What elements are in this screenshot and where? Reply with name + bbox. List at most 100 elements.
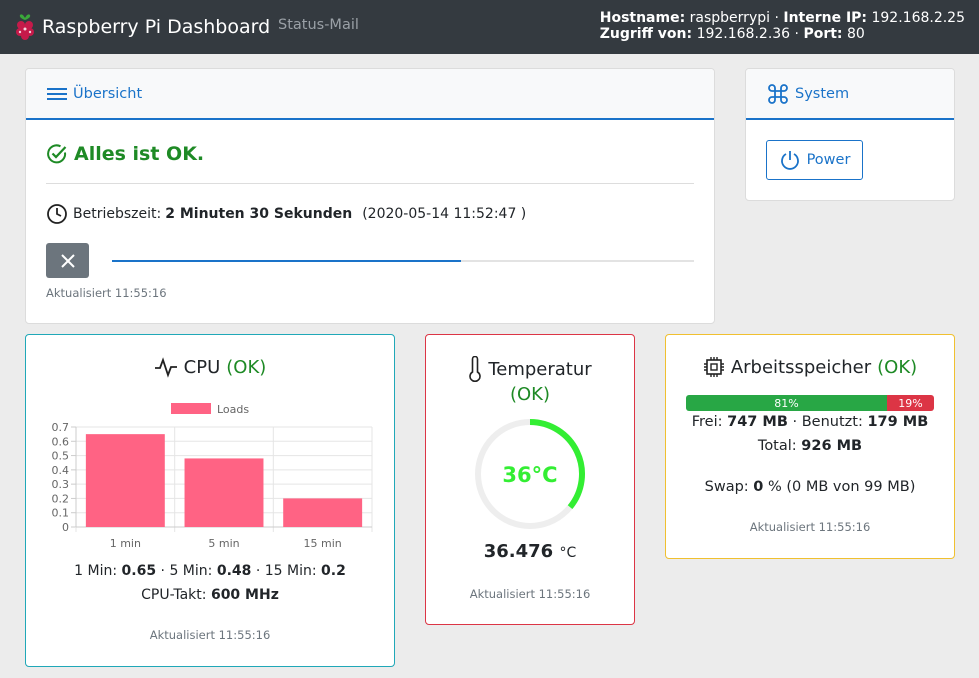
y-tick-label: 0.3 — [52, 478, 70, 491]
host-info: Hostname: raspberrypi · Interne IP: 192.… — [599, 10, 965, 42]
temperature-gauge: 36°C — [475, 419, 585, 529]
uptime-row: Betriebszeit: 2 Minuten 30 Sekunden (202… — [46, 203, 526, 225]
overview-card: Übersicht Alles ist OK. Betriebszeit: 2 … — [25, 68, 715, 324]
uptime-date: (2020-05-14 11:52:47 ) — [362, 206, 527, 222]
legend-label: Loads — [217, 403, 249, 416]
bar-5-min — [184, 458, 264, 527]
mem-total-row: Total: 926 MB — [666, 438, 954, 454]
bar-1-min — [85, 434, 165, 527]
uptime-label: Betriebszeit: — [73, 206, 162, 222]
close-icon — [60, 253, 75, 268]
y-tick-label: 0.2 — [52, 492, 70, 505]
cpu-load-summary: 1 Min: 0.65 · 5 Min: 0.48 · 15 Min: 0.2 — [26, 563, 394, 579]
temp-updated: Aktualisiert 11:55:16 — [469, 587, 591, 601]
temp-title-row: Temperatur — [426, 356, 634, 382]
x-tick-label: 5 min — [208, 537, 239, 547]
swap-row: Swap: 0 % (0 MB von 99 MB) — [666, 479, 954, 495]
overview-title: Übersicht — [73, 85, 143, 102]
cpu-title: CPU — [183, 356, 221, 378]
legend-swatch — [171, 403, 211, 414]
temp-title: Temperatur — [488, 358, 592, 380]
command-icon — [768, 83, 788, 104]
y-tick-label: 0.4 — [52, 464, 70, 477]
hostname-value: raspberrypi — [689, 10, 770, 26]
power-label: Power — [806, 152, 851, 168]
mem-free-used-row: Frei: 747 MB · Benutzt: 179 MB — [666, 414, 954, 430]
load5-value: 0.48 — [216, 563, 252, 579]
temperature-card: Temperatur (OK) 36°C 36.476 °C Aktualisi… — [425, 334, 635, 625]
swap-value: 0 — [753, 479, 764, 495]
swap-label: Swap: — [704, 479, 749, 495]
port-label: Port: — [803, 26, 843, 42]
cpu-title-row: CPU (OK) — [26, 356, 394, 378]
load1-label: 1 Min: — [74, 563, 118, 579]
status-mail-link[interactable]: Status-Mail — [278, 17, 359, 33]
x-tick-label: 15 min — [304, 537, 342, 547]
check-circle-icon — [47, 144, 67, 164]
memory-free-pct: 19% — [898, 396, 923, 410]
ip-value: 192.168.2.25 — [871, 10, 965, 26]
mem-updated: Aktualisiert 11:55:16 — [749, 520, 871, 534]
overview-updated: Aktualisiert 11:55:16 — [46, 286, 167, 300]
cpu-chip-icon — [703, 357, 724, 377]
power-icon — [780, 151, 799, 170]
ip-label: Interne IP: — [783, 10, 868, 26]
brand-text: Raspberry Pi Dashboard — [42, 16, 271, 38]
cpu-status: (OK) — [226, 356, 267, 378]
temp-value: 36.476 — [483, 541, 554, 562]
mem-status: (OK) — [877, 356, 918, 378]
hostname-label: Hostname: — [599, 10, 686, 26]
load5-label: · 5 Min: — [160, 563, 213, 579]
progress-fill — [112, 260, 462, 262]
list-icon — [47, 87, 67, 100]
divider — [46, 183, 694, 184]
mem-title: Arbeitsspeicher — [730, 356, 872, 378]
total-label: Total: — [757, 438, 797, 454]
y-tick-label: 0.6 — [52, 435, 70, 448]
raspberry-icon — [16, 14, 34, 40]
y-tick-label: 0 — [62, 521, 69, 534]
memory-usage-bar: 81% 19% — [686, 395, 934, 411]
total-value: 926 MB — [801, 438, 863, 454]
clock-value: 600 MHz — [210, 587, 279, 603]
cpu-clock-row: CPU-Takt: 600 MHz — [26, 587, 394, 603]
y-tick-label: 0.5 — [52, 450, 70, 463]
system-card: System Power — [745, 68, 955, 201]
clock-icon — [47, 204, 67, 224]
access-value: 192.168.2.36 — [696, 26, 791, 42]
cpu-load-chart: Loads 00.1 0.20.30.40.5 0.60.7 1 min 5 min 15 … — [52, 403, 373, 547]
close-button[interactable] — [46, 243, 89, 278]
swap-rest: % (0 MB von 99 MB) — [767, 479, 916, 495]
mem-title-row: Arbeitsspeicher (OK) — [666, 356, 954, 378]
free-value: 747 MB — [727, 414, 788, 430]
status-ok: Alles ist OK. — [46, 143, 204, 165]
port-value: 80 — [846, 26, 865, 42]
brand-link[interactable]: Raspberry Pi Dashboard — [12, 10, 270, 44]
uptime-value: 2 Minuten 30 Sekunden — [165, 206, 353, 222]
used-label: · Benutzt: — [792, 414, 863, 430]
access-label: Zugriff von: — [599, 26, 693, 42]
thermometer-icon — [469, 356, 482, 382]
y-tick-label: 0.7 — [52, 421, 70, 434]
used-value: 179 MB — [867, 414, 929, 430]
power-button[interactable]: Power — [766, 140, 863, 180]
load1-value: 0.65 — [121, 563, 157, 579]
bar-15-min — [283, 498, 363, 527]
y-tick-label: 0.1 — [52, 507, 70, 520]
system-title: System — [795, 85, 850, 102]
status-text: Alles ist OK. — [74, 143, 205, 165]
temp-value-row: 36.476 °C — [426, 541, 634, 562]
system-header: System — [746, 69, 954, 120]
memory-card: Arbeitsspeicher (OK) 81% 19% Frei: 747 M… — [665, 334, 955, 559]
cpu-card: CPU (OK) Loads 0 0.1 0.2 0.3 0.4 0.5 0.6 0.7 1 mi… — [25, 334, 395, 667]
temp-unit: °C — [559, 545, 577, 561]
memory-used-segment: 81% — [686, 395, 887, 411]
load15-label: · 15 Min: — [255, 563, 317, 579]
memory-free-segment: 19% — [886, 395, 934, 411]
gauge-text: 36°C — [502, 463, 557, 487]
activity-icon — [154, 357, 177, 378]
clock-label: CPU-Takt: — [141, 587, 207, 603]
top-navbar: Raspberry Pi Dashboard Status-Mail Hostn… — [0, 0, 979, 54]
overview-header: Übersicht — [26, 69, 714, 120]
cpu-updated: Aktualisiert 11:55:16 — [149, 628, 271, 642]
